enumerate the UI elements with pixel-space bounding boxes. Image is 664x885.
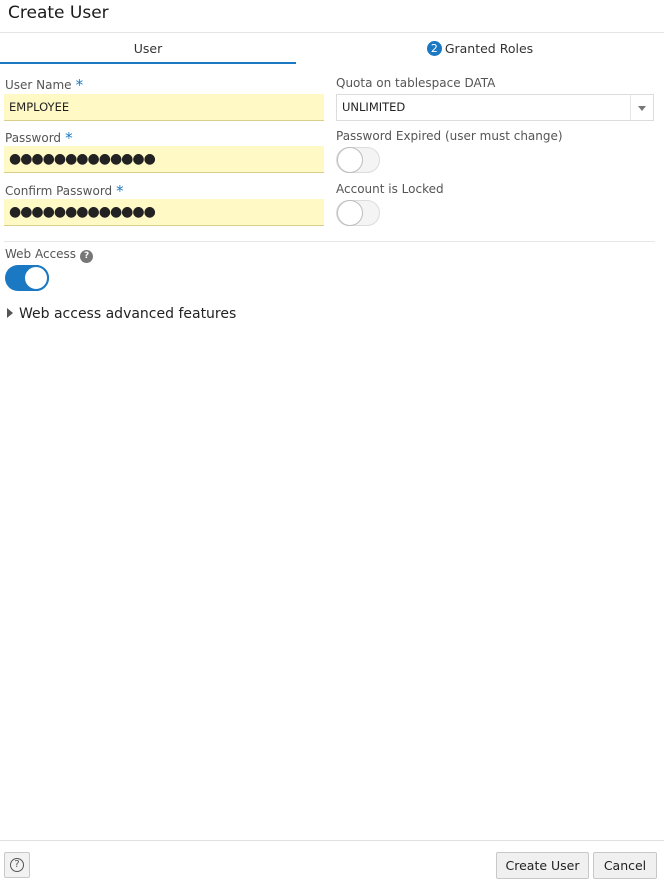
section-divider [4,241,655,242]
dialog-title: Create User [8,3,109,23]
granted-roles-count-badge: 2 [426,41,442,56]
required-icon: * [116,182,124,200]
password-label: Password * [5,129,73,147]
toggle-knob [23,265,49,291]
web-access-advanced-disclosure[interactable]: Web access advanced features [7,306,236,322]
expand-triangle-icon [7,308,13,318]
user-name-label: User Name * [5,76,84,94]
dropdown-arrow-icon[interactable] [630,95,653,120]
help-icon[interactable]: ? [80,250,94,263]
web-access-label: Web Access? [5,247,94,263]
required-icon: * [75,76,84,94]
password-expired-toggle[interactable] [336,147,380,173]
web-access-advanced-label: Web access advanced features [19,306,237,322]
tab-selected-indicator [0,62,296,64]
quota-select[interactable]: UNLIMITED [336,94,654,121]
user-name-field-wrapper [4,94,324,121]
tab-granted-roles[interactable]: 2 Granted Roles [296,33,664,64]
help-button[interactable]: ? [4,852,30,878]
confirm-password-label: Confirm Password * [5,182,124,200]
dialog-footer: ? Create User Cancel [0,840,664,885]
question-circle-icon: ? [10,858,24,872]
tab-granted-roles-label: Granted Roles [444,41,534,56]
confirm-password-field[interactable]: ●●●●●●●●●●●●● [4,199,324,226]
account-locked-label: Account is Locked [336,182,444,196]
create-user-button[interactable]: Create User [496,852,589,879]
web-access-toggle[interactable] [5,265,49,291]
password-field[interactable]: ●●●●●●●●●●●●● [4,146,324,173]
toggle-knob [337,200,363,226]
account-locked-toggle[interactable] [336,200,380,226]
password-expired-label: Password Expired (user must change) [336,129,563,143]
tab-bar: User 2 Granted Roles [0,32,664,65]
quota-selected-value: UNLIMITED [342,100,406,114]
confirm-password-masked-value: ●●●●●●●●●●●●● [9,204,156,220]
required-icon: * [65,129,73,147]
tab-user[interactable]: User [0,33,296,64]
user-name-input[interactable] [4,94,324,120]
cancel-button[interactable]: Cancel [593,852,657,879]
password-masked-value: ●●●●●●●●●●●●● [9,151,156,167]
toggle-knob [337,147,363,173]
tab-user-label: User [133,41,163,56]
quota-label: Quota on tablespace DATA [336,76,496,90]
